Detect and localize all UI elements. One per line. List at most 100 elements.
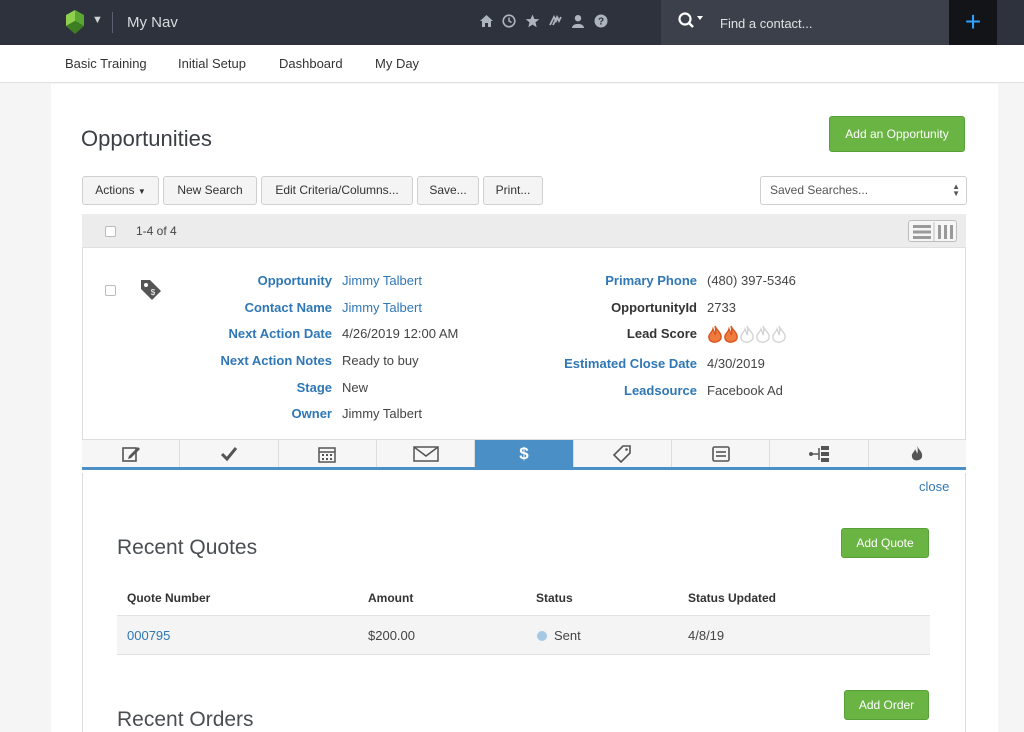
envelope-icon: [412, 445, 439, 462]
view-toggle[interactable]: [908, 220, 957, 242]
field-value-stage: New: [342, 380, 369, 395]
add-opportunity-button[interactable]: Add an Opportunity: [829, 116, 965, 152]
clock-icon[interactable]: [501, 12, 517, 30]
field-value-contact-name[interactable]: Jimmy Talbert: [342, 300, 422, 315]
close-panel-link[interactable]: close: [919, 479, 949, 494]
flame-empty-icon: [756, 325, 770, 343]
tag-icon: [613, 444, 632, 463]
hierarchy-icon: [808, 445, 829, 462]
search-icon[interactable]: [677, 11, 705, 33]
results-header: [82, 214, 966, 248]
field-label-opportunity: Opportunity: [257, 273, 332, 288]
field-label-next-action-notes: Next Action Notes: [220, 353, 332, 368]
caret-down-icon: ▼: [137, 187, 146, 196]
nav-divider: [112, 12, 113, 33]
add-order-button[interactable]: Add Order: [844, 690, 929, 720]
nav-item-my-day[interactable]: My Day: [375, 56, 419, 71]
flame-filled-icon: [708, 325, 722, 343]
home-icon[interactable]: [478, 12, 494, 30]
field-value-next-action-notes: Ready to buy: [342, 353, 419, 368]
field-label-opportunity-id: OpportunityId: [611, 300, 697, 315]
new-search-button[interactable]: New Search: [163, 176, 257, 205]
column-amount[interactable]: Amount: [368, 591, 413, 605]
field-label-contact-name: Contact Name: [244, 300, 332, 315]
svg-text:?: ?: [598, 17, 604, 28]
status-dot-icon: [537, 631, 547, 641]
edit-criteria-button[interactable]: Edit Criteria/Columns...: [261, 176, 413, 205]
field-label-primary-phone: Primary Phone: [605, 273, 697, 288]
svg-text:$: $: [151, 288, 156, 297]
tab-documents[interactable]: [672, 440, 771, 467]
star-icon[interactable]: [524, 12, 540, 30]
quote-number-link[interactable]: 000795: [127, 628, 170, 643]
field-label-leadsource: Leadsource: [624, 383, 697, 398]
nav-item-basic-training[interactable]: Basic Training: [65, 56, 147, 71]
contact-search-input[interactable]: [720, 13, 940, 33]
column-quote-number[interactable]: Quote Number: [127, 591, 210, 605]
tab-hierarchy[interactable]: [770, 440, 869, 467]
recent-orders-title: Recent Orders: [117, 708, 254, 731]
quote-status: Sent: [554, 628, 581, 643]
tab-email[interactable]: [377, 440, 476, 467]
field-value-estimated-close-date: 4/30/2019: [707, 356, 765, 371]
record-checkbox[interactable]: [105, 285, 116, 296]
select-all-checkbox[interactable]: [105, 226, 116, 237]
field-value-primary-phone: (480) 397-5346: [707, 273, 796, 288]
document-icon: [711, 445, 730, 462]
actions-label: Actions: [95, 183, 135, 197]
swap-icon[interactable]: [547, 12, 563, 30]
help-icon[interactable]: ?: [593, 12, 609, 30]
page-title: Opportunities: [81, 126, 212, 151]
print-button[interactable]: Print...: [483, 176, 543, 205]
field-value-next-action-date: 4/26/2019 12:00 AM: [342, 326, 459, 341]
nav-title[interactable]: My Nav: [127, 14, 178, 31]
field-label-next-action-date: Next Action Date: [228, 326, 332, 341]
quote-amount: $200.00: [368, 628, 415, 643]
column-status[interactable]: Status: [536, 591, 573, 605]
add-quote-button[interactable]: Add Quote: [841, 528, 929, 558]
field-label-owner: Owner: [291, 406, 332, 421]
field-value-leadsource: Facebook Ad: [707, 383, 783, 398]
tab-quotes[interactable]: $: [475, 440, 574, 467]
field-label-stage: Stage: [296, 380, 332, 395]
field-label-estimated-close-date: Estimated Close Date: [564, 356, 697, 371]
tab-notes[interactable]: [82, 440, 181, 467]
actions-dropdown[interactable]: Actions ▼: [82, 176, 159, 205]
calendar-icon: [318, 446, 337, 463]
recent-quotes-title: Recent Quotes: [117, 536, 258, 559]
quote-status-updated: 4/8/19: [688, 628, 725, 643]
saved-searches-select[interactable]: Saved Searches... ▲ ▼: [760, 176, 967, 205]
lead-score-flames: [707, 325, 787, 345]
tab-lead-score[interactable]: [869, 440, 966, 467]
field-value-opportunity-id: 2733: [707, 300, 736, 315]
secondary-nav: Basic Training Initial Setup Dashboard M…: [0, 45, 1024, 83]
dollar-icon: $: [519, 443, 529, 463]
nav-item-dashboard[interactable]: Dashboard: [279, 56, 343, 71]
select-arrows-icon: ▲ ▼: [952, 182, 960, 198]
save-search-button[interactable]: Save...: [417, 176, 479, 205]
field-value-opportunity[interactable]: Jimmy Talbert: [342, 273, 422, 288]
tab-tasks[interactable]: [180, 440, 279, 467]
record-tab-bar: $: [82, 439, 966, 470]
flame-empty-icon: [772, 325, 786, 343]
tab-appointments[interactable]: [279, 440, 377, 467]
top-icon-group: ?: [478, 12, 609, 30]
quotes-panel: [82, 473, 966, 732]
field-value-owner: Jimmy Talbert: [342, 406, 422, 421]
nav-item-initial-setup[interactable]: Initial Setup: [178, 56, 246, 71]
user-icon[interactable]: [570, 12, 586, 30]
column-status-updated[interactable]: Status Updated: [688, 591, 776, 605]
list-view-icon: [913, 222, 953, 242]
app-logo-icon[interactable]: [62, 8, 88, 36]
flame-icon: [912, 445, 923, 460]
opportunity-tag-icon: $: [141, 280, 161, 300]
app-menu-chevron-icon[interactable]: ▼: [92, 14, 103, 26]
table-row: [117, 616, 930, 655]
saved-searches-label: Saved Searches...: [770, 183, 869, 197]
edit-note-icon: [121, 446, 140, 462]
flame-filled-icon: [724, 325, 738, 343]
field-label-lead-score: Lead Score: [626, 326, 697, 341]
checkmark-icon: [220, 446, 238, 461]
add-new-button[interactable]: +: [949, 0, 997, 45]
tab-tags[interactable]: [574, 440, 672, 467]
